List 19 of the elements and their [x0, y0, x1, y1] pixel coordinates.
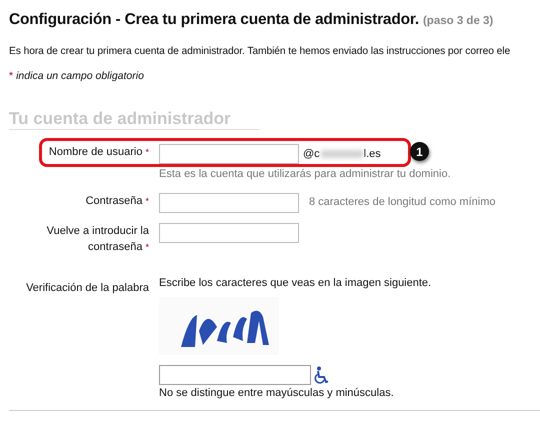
- field-label: Contraseña *: [86, 194, 149, 207]
- field-label: Nombre de usuario *: [48, 146, 149, 158]
- text-field[interactable]: [159, 192, 299, 213]
- hint-text: Esta es la cuenta que utilizarás para administrar tu dominio.: [159, 167, 451, 182]
- text-field[interactable]: [159, 222, 299, 243]
- intro-text: Es hora de crear tu primera cuenta de administrador. También te hemos enviado las instrucciones por correo ele: [9, 45, 512, 59]
- wheelchair-icon[interactable]: [314, 366, 330, 384]
- captcha-note: No se distingue entre mayúsculas y minúsculas.: [159, 386, 395, 402]
- page-title: Configuración - Crea tu primera cuenta de administrador.: [9, 11, 419, 28]
- domain-text: @c l.es: [303, 146, 381, 162]
- callout-number: 1: [410, 142, 429, 162]
- captcha-instructions: Escribe los caracteres que veas en la imagen siguiente.: [159, 276, 432, 291]
- step-text: (paso 3 de 3): [422, 15, 494, 27]
- required-note: * indica un campo obligatorio: [9, 69, 145, 84]
- text-field[interactable]: [159, 144, 299, 164]
- captcha-field[interactable]: [159, 365, 311, 386]
- field-label: Vuelve a introducir la contraseña *: [46, 224, 149, 255]
- hint-text: 8 caracteres de longitud como mínimo: [309, 195, 496, 210]
- field-label: Verificación de la palabra: [26, 282, 149, 294]
